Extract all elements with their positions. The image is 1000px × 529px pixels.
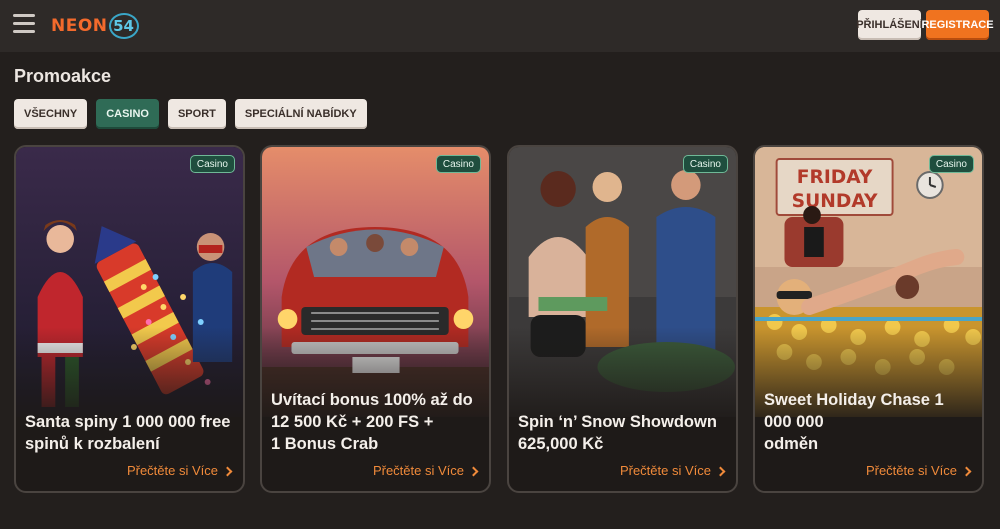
register-button[interactable]: REGISTRACE — [921, 10, 994, 40]
read-more-link[interactable]: Přečtěte si Více — [865, 463, 972, 478]
filter-casino[interactable]: CASINO — [96, 99, 159, 129]
read-more-label: Přečtěte si Více — [126, 463, 218, 478]
filter-sport[interactable]: SPORT — [167, 99, 226, 129]
category-badge: Casino — [682, 155, 728, 173]
read-more-link[interactable]: Přečtěte si Více — [619, 463, 726, 478]
top-header: NEON 54 PŘIHLÁŠENÍ REGISTRACE — [0, 0, 1000, 52]
category-badge: Casino — [189, 155, 235, 173]
sign-friday: FRIDAY — [797, 167, 873, 188]
logo-badge: 54 — [108, 13, 139, 39]
read-more-label: Přečtěte si Více — [619, 463, 711, 478]
logo-text: NEON — [51, 16, 108, 36]
category-badge: Casino — [435, 155, 481, 173]
read-more-label: Přečtěte si Více — [372, 463, 464, 478]
sign-sunday: SUNDAY — [792, 191, 878, 212]
chevron-right-icon — [715, 466, 726, 476]
filter-special-offers[interactable]: SPECIÁLNÍ NABÍDKY — [234, 99, 367, 129]
card-title: Spin ‘n’ Snow Showdown 625,000 Kč — [518, 413, 717, 453]
chevron-right-icon — [468, 466, 479, 476]
page-title: Promoakce — [14, 66, 112, 86]
read-more-link[interactable]: Přečtěte si Více — [126, 463, 233, 478]
promo-card[interactable]: Casino Uvítací bonus 100% až do 12 500 K… — [260, 145, 491, 493]
category-badge: Casino — [928, 155, 974, 173]
card-title: Uvítací bonus 100% až do 12 500 Kč + 200… — [271, 391, 473, 453]
promo-card[interactable]: Casino Santa spiny 1 000 000 free spinů … — [14, 145, 245, 493]
card-title: Sweet Holiday Chase 1 000 000 odměn — [764, 391, 944, 453]
chevron-right-icon — [961, 466, 972, 476]
promo-card[interactable]: Casino Spin ‘n’ Snow Showdown 625,000 Kč… — [507, 145, 738, 493]
logo[interactable]: NEON 54 — [51, 12, 139, 40]
filter-all[interactable]: VŠECHNY — [14, 99, 88, 129]
card-title: Santa spiny 1 000 000 free spinů k rozba… — [25, 413, 231, 453]
read-more-link[interactable]: Přečtěte si Více — [372, 463, 479, 478]
promo-card[interactable]: FRIDAY SUNDAY Casino Sweet Holiday Chase… — [753, 145, 984, 493]
filter-chips: VŠECHNY CASINO SPORT SPECIÁLNÍ NABÍDKY — [14, 99, 367, 129]
read-more-label: Přečtěte si Více — [865, 463, 957, 478]
chevron-right-icon — [222, 466, 233, 476]
logo-number: 54 — [113, 17, 134, 35]
login-button[interactable]: PŘIHLÁŠENÍ — [856, 10, 923, 40]
menu-icon[interactable] — [13, 14, 37, 36]
